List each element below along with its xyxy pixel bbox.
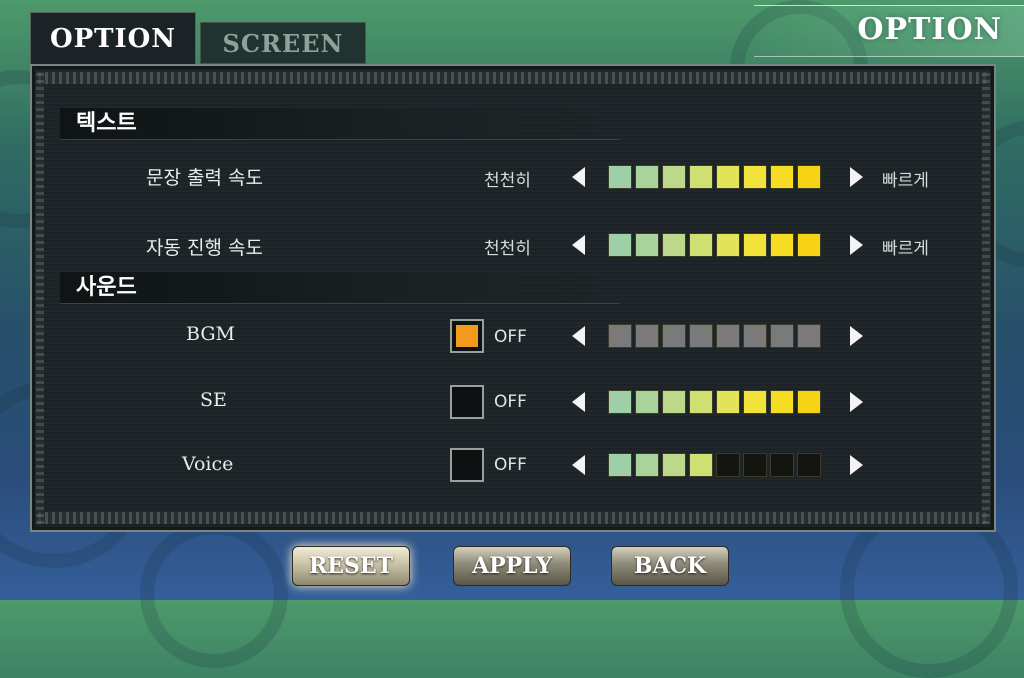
level-segment[interactable]: [635, 233, 659, 257]
level-segment[interactable]: [770, 390, 794, 414]
bgm-label: BGM: [186, 323, 235, 345]
voice-decrease-arrow[interactable]: [572, 455, 585, 475]
level-segment[interactable]: [608, 324, 632, 348]
se-label: SE: [200, 389, 227, 411]
level-segment[interactable]: [635, 453, 659, 477]
level-segment[interactable]: [689, 165, 713, 189]
voice-off-label: OFF: [494, 455, 527, 475]
level-segment[interactable]: [743, 165, 767, 189]
tab-option[interactable]: OPTION: [30, 12, 196, 64]
text-speed-increase-arrow[interactable]: [850, 167, 863, 187]
se-decrease-arrow[interactable]: [572, 392, 585, 412]
se-increase-arrow[interactable]: [850, 392, 863, 412]
level-segment[interactable]: [608, 390, 632, 414]
level-segment[interactable]: [635, 165, 659, 189]
panel-border: [36, 72, 44, 524]
reset-button[interactable]: RESET: [292, 546, 410, 586]
voice-label: Voice: [182, 453, 234, 475]
apply-button[interactable]: APPLY: [453, 546, 571, 586]
level-segment[interactable]: [662, 324, 686, 348]
bgm-off-checkbox[interactable]: [450, 319, 484, 353]
level-segment[interactable]: [662, 390, 686, 414]
auto-speed-fast-label: 빠르게: [882, 239, 929, 259]
panel-border: [38, 512, 988, 524]
auto-speed-decrease-arrow[interactable]: [572, 235, 585, 255]
level-segment[interactable]: [689, 324, 713, 348]
bgm-decrease-arrow[interactable]: [572, 326, 585, 346]
level-segment[interactable]: [797, 324, 821, 348]
background-ornament: [140, 520, 288, 668]
panel-border: [982, 72, 990, 524]
level-segment[interactable]: [635, 324, 659, 348]
level-segment[interactable]: [608, 233, 632, 257]
options-panel: 텍스트 문장 출력 속도 천천히 빠르게 자동 진행 속도 천천히 빠르게 사운…: [30, 64, 996, 532]
text-speed-slider[interactable]: [608, 165, 821, 189]
level-segment[interactable]: [716, 165, 740, 189]
level-segment[interactable]: [743, 453, 767, 477]
text-speed-decrease-arrow[interactable]: [572, 167, 585, 187]
level-segment[interactable]: [662, 233, 686, 257]
checkbox-mark: [456, 325, 478, 347]
level-segment[interactable]: [743, 324, 767, 348]
section-header-sound: 사운드: [60, 272, 620, 304]
bgm-increase-arrow[interactable]: [850, 326, 863, 346]
level-segment[interactable]: [797, 453, 821, 477]
auto-speed-increase-arrow[interactable]: [850, 235, 863, 255]
tab-screen[interactable]: SCREEN: [200, 22, 366, 64]
level-segment[interactable]: [635, 390, 659, 414]
voice-off-checkbox[interactable]: [450, 448, 484, 482]
level-segment[interactable]: [743, 233, 767, 257]
level-segment[interactable]: [770, 165, 794, 189]
level-segment[interactable]: [716, 324, 740, 348]
se-off-checkbox[interactable]: [450, 385, 484, 419]
level-segment[interactable]: [716, 390, 740, 414]
level-segment[interactable]: [716, 233, 740, 257]
level-segment[interactable]: [689, 453, 713, 477]
page-title: OPTION: [857, 12, 1002, 47]
section-header-text: 텍스트: [60, 108, 620, 140]
level-segment[interactable]: [662, 453, 686, 477]
bgm-volume-slider[interactable]: [608, 324, 821, 348]
level-segment[interactable]: [797, 165, 821, 189]
level-segment[interactable]: [743, 390, 767, 414]
level-segment[interactable]: [797, 233, 821, 257]
voice-increase-arrow[interactable]: [850, 455, 863, 475]
text-speed-label: 문장 출력 속도: [146, 167, 263, 189]
auto-speed-label: 자동 진행 속도: [146, 237, 263, 259]
level-segment[interactable]: [770, 453, 794, 477]
bgm-off-label: OFF: [494, 327, 527, 347]
level-segment[interactable]: [797, 390, 821, 414]
level-segment[interactable]: [689, 233, 713, 257]
level-segment[interactable]: [770, 324, 794, 348]
text-speed-slow-label: 천천히: [484, 171, 531, 191]
level-segment[interactable]: [770, 233, 794, 257]
level-segment[interactable]: [608, 165, 632, 189]
text-speed-fast-label: 빠르게: [882, 171, 929, 191]
se-off-label: OFF: [494, 392, 527, 412]
level-segment[interactable]: [662, 165, 686, 189]
voice-volume-slider[interactable]: [608, 453, 821, 477]
level-segment[interactable]: [608, 453, 632, 477]
se-volume-slider[interactable]: [608, 390, 821, 414]
level-segment[interactable]: [689, 390, 713, 414]
level-segment[interactable]: [716, 453, 740, 477]
back-button[interactable]: BACK: [611, 546, 729, 586]
panel-border: [38, 72, 988, 84]
auto-speed-slow-label: 천천히: [484, 239, 531, 259]
auto-speed-slider[interactable]: [608, 233, 821, 257]
